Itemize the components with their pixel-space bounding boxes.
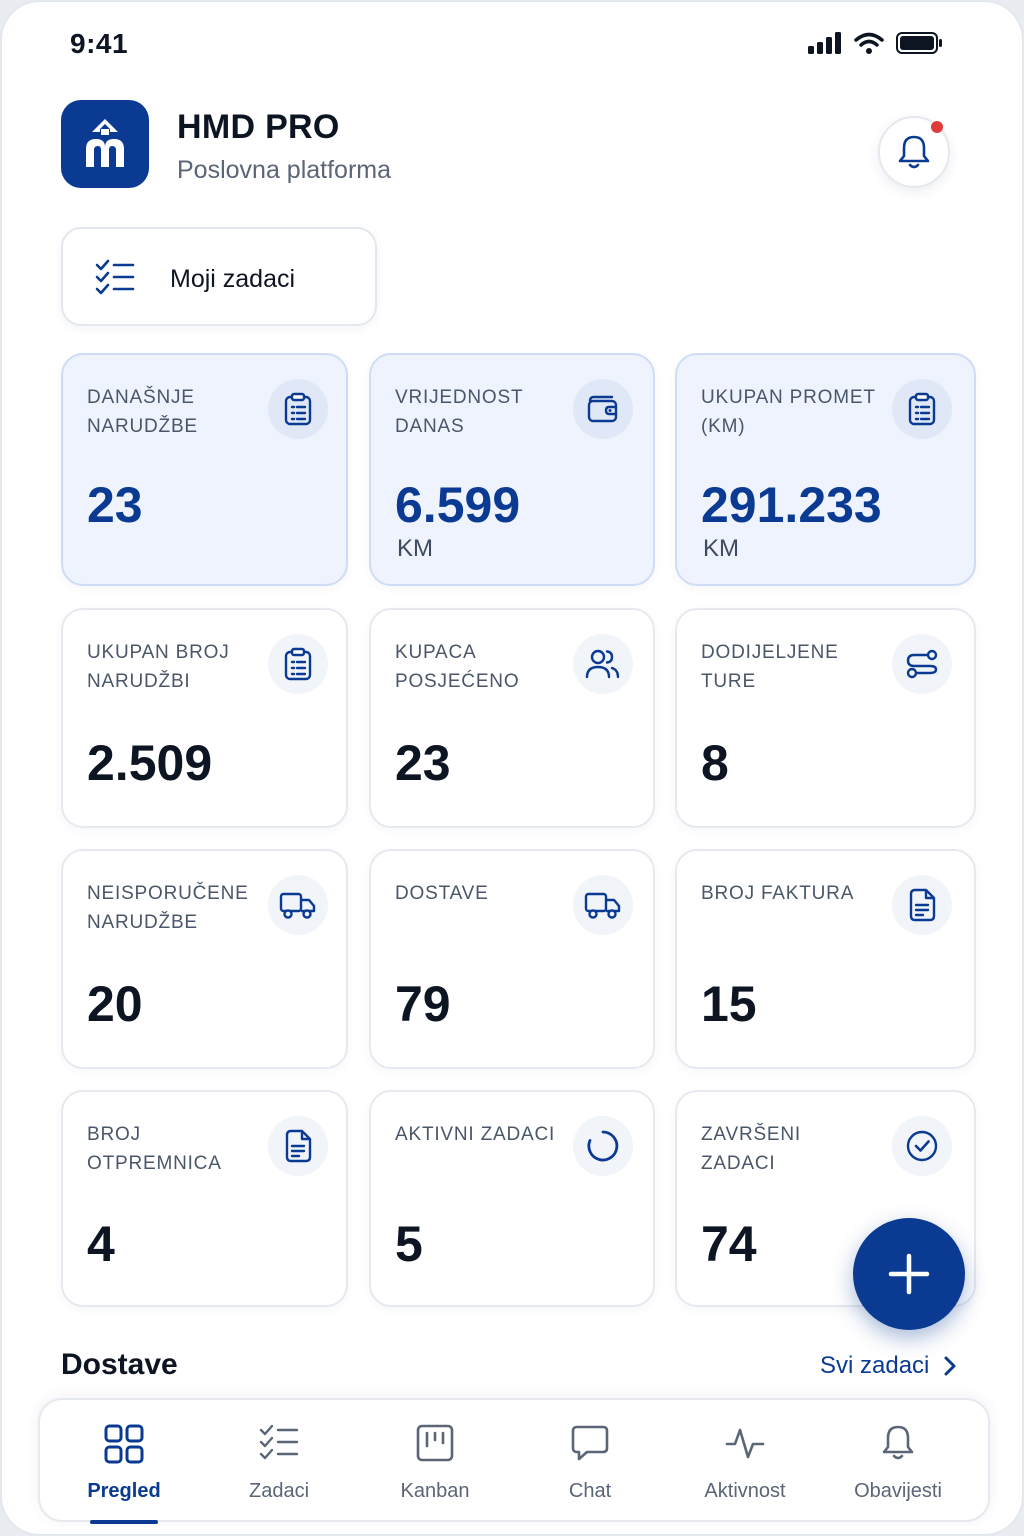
stat-card-broj-faktura[interactable]: BROJ FAKTURA 15 xyxy=(675,849,976,1069)
truck-icon xyxy=(573,875,633,935)
app-title: HMD PRO xyxy=(177,108,340,146)
stat-card-label: NEISPORUČENE NARUDŽBE xyxy=(87,883,249,933)
spinner-icon xyxy=(573,1116,633,1176)
kanban-icon xyxy=(416,1424,454,1467)
activity-icon xyxy=(725,1424,765,1467)
clipboard-icon xyxy=(268,634,328,694)
truck-icon xyxy=(268,875,328,935)
stat-card-dostave[interactable]: DOSTAVE 79 xyxy=(369,849,655,1069)
stat-card-kupaca-posjeceno[interactable]: KUPACA POSJEĆENO 23 xyxy=(369,608,655,828)
stat-card-value: 2.509 xyxy=(87,735,213,791)
tab-label: Aktivnost xyxy=(704,1480,786,1502)
stat-card-value: 8 xyxy=(701,735,729,791)
app-subtitle: Poslovna platforma xyxy=(177,156,392,184)
status-time: 9:41 xyxy=(70,28,129,59)
stat-card-label: VRIJEDNOST DANAS xyxy=(395,387,524,437)
stat-card-value: 291.233 xyxy=(701,477,882,533)
stat-card-dodijeljene-ture[interactable]: DODIJELJENE TURE 8 xyxy=(675,608,976,828)
stat-card-value: 15 xyxy=(701,976,757,1032)
users-icon xyxy=(573,634,633,694)
stat-card-neisporucene-narudzbe[interactable]: NEISPORUČENE NARUDŽBE 20 xyxy=(61,849,348,1069)
stat-card-value: 79 xyxy=(395,976,451,1032)
add-button[interactable] xyxy=(853,1218,965,1330)
logo-icon xyxy=(86,119,124,167)
grid-icon xyxy=(104,1424,144,1469)
wifi-icon xyxy=(854,32,884,54)
my-tasks-label: Moji zadaci xyxy=(170,265,296,293)
stat-card-label: DANAŠNJE NARUDŽBE xyxy=(87,387,198,437)
stat-card-broj-otpremnica[interactable]: BROJ OTPREMNICA 4 xyxy=(61,1090,348,1307)
stat-card-value: 74 xyxy=(701,1216,757,1272)
bottom-tab-bar: Pregled Zadaci Kanban Chat Aktivnost Obavijes… xyxy=(38,1398,990,1524)
stat-card-label: BROJ OTPREMNICA xyxy=(87,1124,222,1174)
stat-card-value: 5 xyxy=(395,1216,423,1272)
tab-label: Zadaci xyxy=(248,1480,310,1502)
active-tab-indicator xyxy=(90,1520,158,1524)
tab-chat[interactable]: Chat xyxy=(515,1400,665,1524)
see-all-link[interactable]: Svi zadaci xyxy=(820,1352,957,1380)
stat-card-unit: KM xyxy=(397,535,433,562)
battery-icon xyxy=(896,32,942,54)
check-circle-icon xyxy=(892,1116,952,1176)
checklist-icon xyxy=(259,1424,299,1465)
document-icon xyxy=(268,1116,328,1176)
tab-kanban[interactable]: Kanban xyxy=(360,1400,510,1524)
stat-card-label: KUPACA POSJEĆENO xyxy=(395,642,520,692)
stat-card-vrijednost-danas[interactable]: VRIJEDNOST DANAS 6.599 KM xyxy=(369,353,655,586)
wallet-icon xyxy=(573,379,633,439)
stat-card-label: BROJ FAKTURA xyxy=(701,883,855,904)
stat-card-danasnje-narudzbe[interactable]: DANAŠNJE NARUDŽBE 23 xyxy=(61,353,348,586)
checklist-icon xyxy=(95,259,135,295)
signal-icon xyxy=(808,32,841,54)
stat-card-value: 23 xyxy=(395,735,451,791)
stat-card-label: UKUPAN BROJ NARUDŽBI xyxy=(87,642,230,692)
bell-icon xyxy=(880,1424,916,1467)
stat-card-ukupan-broj-narudzbi[interactable]: UKUPAN BROJ NARUDŽBI 2.509 xyxy=(61,608,348,828)
route-icon xyxy=(892,634,952,694)
section-title: Dostave xyxy=(61,1348,178,1381)
bell-icon xyxy=(898,135,930,169)
tab-label: Kanban xyxy=(400,1480,470,1502)
stat-card-label: UKUPAN PROMET (KM) xyxy=(701,387,876,437)
tab-aktivnost[interactable]: Aktivnost xyxy=(670,1400,820,1524)
my-tasks-button[interactable]: Moji zadaci xyxy=(61,227,377,326)
plus-icon xyxy=(888,1253,930,1295)
stat-card-label: DODIJELJENE TURE xyxy=(701,642,839,692)
chevron-right-icon xyxy=(944,1356,956,1376)
stat-card-label: DOSTAVE xyxy=(395,883,489,904)
tab-label: Pregled xyxy=(87,1480,161,1502)
tab-zadaci[interactable]: Zadaci xyxy=(204,1400,354,1524)
stat-card-label: ZAVRŠENI ZADACI xyxy=(701,1124,802,1174)
chat-icon xyxy=(571,1424,609,1467)
stat-card-value: 4 xyxy=(87,1216,115,1272)
app-screen: 9:41 HMD PRO Poslovna platforma Moji zad… xyxy=(0,0,1024,1536)
see-all-label: Svi zadaci xyxy=(820,1352,930,1379)
stat-card-ukupan-promet-km[interactable]: UKUPAN PROMET (KM) 291.233 KM xyxy=(675,353,976,586)
status-icons xyxy=(808,32,944,54)
notification-badge xyxy=(931,121,943,133)
clipboard-icon xyxy=(268,379,328,439)
stat-card-value: 20 xyxy=(87,976,143,1032)
tab-label: Chat xyxy=(568,1480,612,1502)
tab-obavijesti[interactable]: Obavijesti xyxy=(823,1400,973,1524)
stat-card-value: 23 xyxy=(87,477,143,533)
clipboard-icon xyxy=(892,379,952,439)
tab-pregled[interactable]: Pregled xyxy=(49,1400,199,1524)
stat-card-unit: KM xyxy=(703,535,739,562)
stat-card-aktivni-zadaci[interactable]: AKTIVNI ZADACI 5 xyxy=(369,1090,655,1307)
stat-card-value: 6.599 xyxy=(395,477,521,533)
app-logo xyxy=(61,100,149,188)
document-icon xyxy=(892,875,952,935)
tab-label: Obavijesti xyxy=(854,1480,942,1502)
stat-card-label: AKTIVNI ZADACI xyxy=(395,1124,556,1145)
